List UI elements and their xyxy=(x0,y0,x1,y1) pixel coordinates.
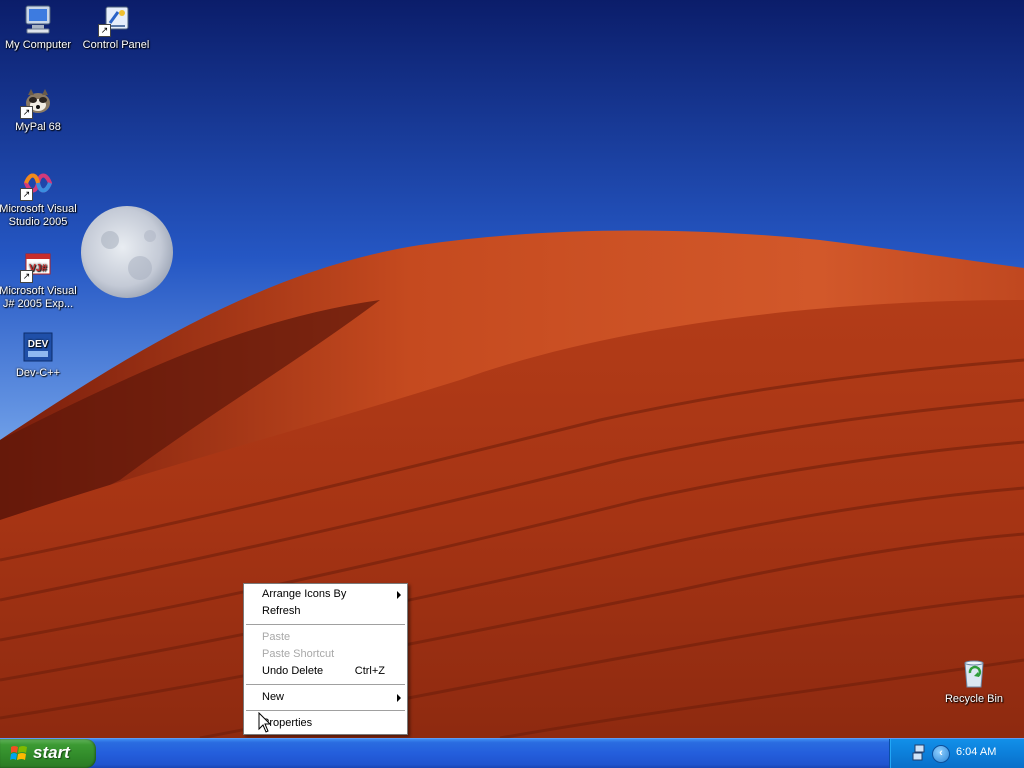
visual-j-sharp-icon: VJ# ↗ xyxy=(20,249,54,283)
my-computer-shortcut[interactable]: My Computer xyxy=(0,3,78,52)
menu-item-new[interactable]: New xyxy=(244,689,407,706)
menu-item-label: Paste Shortcut xyxy=(262,648,335,660)
submenu-arrow-icon xyxy=(397,591,401,599)
desert-wallpaper xyxy=(0,0,1024,738)
desktop-icon-label: Control Panel xyxy=(82,39,150,51)
menu-item-undo-delete[interactable]: Undo Delete Ctrl+Z xyxy=(244,663,407,680)
menu-item-label: Refresh xyxy=(262,605,301,617)
chevron-left-icon: ‹ xyxy=(939,747,943,759)
mouse-pointer-icon xyxy=(258,712,272,733)
network-icon[interactable] xyxy=(912,744,926,762)
control-panel-icon: ↗ xyxy=(98,3,132,37)
menu-item-arrange-icons-by[interactable]: Arrange Icons By xyxy=(244,586,407,603)
dev-icon-text: DEV xyxy=(28,339,49,350)
menu-separator xyxy=(246,624,405,625)
menu-separator xyxy=(246,710,405,711)
menu-item-paste-shortcut: Paste Shortcut xyxy=(244,646,407,663)
menu-item-paste: Paste xyxy=(244,629,407,646)
desktop-icon-label: MyPal 68 xyxy=(15,121,61,133)
dev-cpp-shortcut[interactable]: DEV Dev-C++ xyxy=(0,331,78,380)
desktop-icon-label: Dev-C++ xyxy=(15,367,61,379)
dev-cpp-icon: DEV xyxy=(22,331,54,363)
desktop-icon-label: Recycle Bin xyxy=(944,693,1004,705)
my-computer-icon xyxy=(22,3,54,35)
visual-j-sharp-shortcut[interactable]: VJ# ↗ Microsoft Visual J# 2005 Exp... xyxy=(0,249,78,311)
visual-studio-shortcut[interactable]: ↗ Microsoft Visual Studio 2005 xyxy=(0,167,78,229)
clock[interactable]: 6:04 AM xyxy=(956,746,996,758)
recycle-bin-icon xyxy=(958,657,990,689)
shortcut-arrow-icon: ↗ xyxy=(20,106,33,119)
start-button[interactable]: start xyxy=(0,739,96,768)
mypal-icon: ↗ xyxy=(20,85,54,119)
menu-item-label: Paste xyxy=(262,631,291,643)
menu-item-label: Undo Delete xyxy=(262,665,324,677)
menu-item-shortcut: Ctrl+Z xyxy=(354,665,385,677)
submenu-arrow-icon xyxy=(397,694,401,702)
control-panel-shortcut[interactable]: ↗ Control Panel xyxy=(76,3,156,52)
taskbar: start ? ‹ 6:04 AM xyxy=(0,738,1024,768)
desktop-icon-label: Microsoft Visual J# 2005 Exp... xyxy=(0,285,77,310)
start-label: start xyxy=(33,743,70,762)
menu-item-label: New xyxy=(262,691,285,703)
windows-logo-icon xyxy=(10,746,27,760)
shortcut-arrow-icon: ↗ xyxy=(20,270,33,283)
visual-studio-icon: ↗ xyxy=(20,167,54,201)
menu-separator xyxy=(246,684,405,685)
show-hidden-icons-button[interactable]: ‹ xyxy=(932,745,950,763)
menu-item-label: Arrange Icons By xyxy=(262,588,347,600)
mypal-shortcut[interactable]: ↗ MyPal 68 xyxy=(0,85,78,134)
shortcut-arrow-icon: ↗ xyxy=(20,188,33,201)
desktop-icon-label: My Computer xyxy=(4,39,72,51)
desktop-icon-label: Microsoft Visual Studio 2005 xyxy=(0,203,77,228)
shortcut-arrow-icon: ↗ xyxy=(98,24,111,37)
desktop[interactable]: My Computer ↗ Control Panel ↗ MyPal 68 ↗… xyxy=(0,0,1024,738)
menu-item-refresh[interactable]: Refresh xyxy=(244,603,407,620)
recycle-bin[interactable]: Recycle Bin xyxy=(934,657,1014,706)
system-tray: ‹ 6:04 AM xyxy=(889,739,1024,768)
